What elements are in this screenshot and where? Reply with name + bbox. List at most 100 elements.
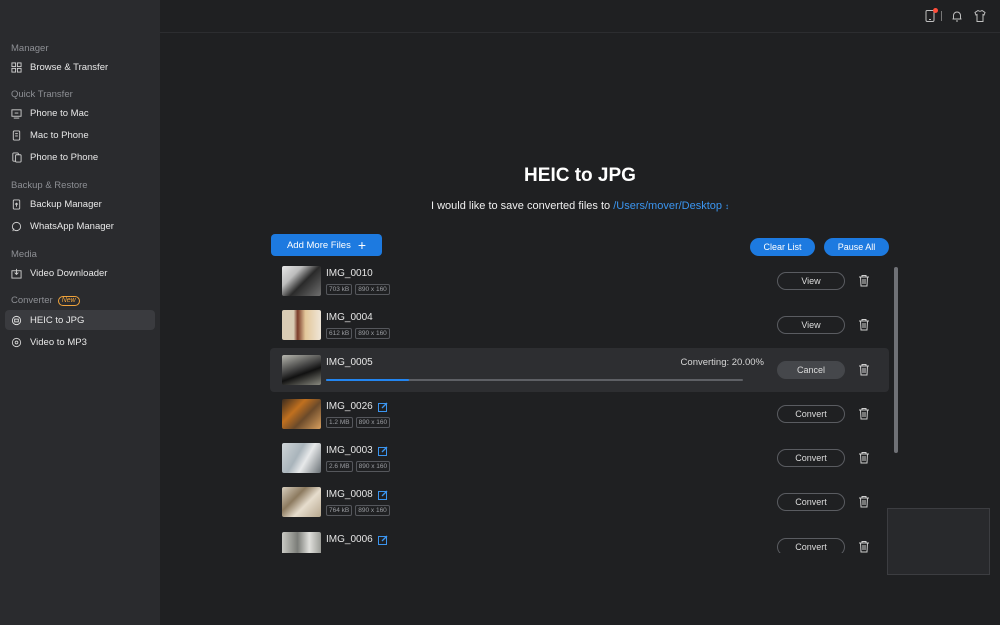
sidebar-item-label: Phone to Phone (30, 151, 99, 163)
conversion-status: Converting: 20.00% (680, 357, 764, 368)
trash-icon[interactable] (858, 495, 870, 508)
list-item: IMG_0008 764 kB 890 x 160 Convert (270, 483, 889, 527)
edit-icon[interactable] (377, 535, 388, 545)
file-name: IMG_0003 (326, 445, 388, 456)
file-dimensions-tag: 890 x 160 (355, 505, 390, 516)
thumbnail-image (282, 355, 321, 385)
file-size-tag: 612 kB (326, 328, 353, 339)
top-bar (160, 0, 1000, 33)
progress-fill (326, 379, 410, 381)
trash-icon[interactable] (858, 274, 870, 287)
edit-icon[interactable] (377, 402, 388, 412)
add-more-files-button[interactable]: Add More Files + (271, 234, 382, 256)
file-list: IMG_0010 703 kB 890 x 160 View IMG_0004 6… (270, 262, 890, 553)
section-title-quick-transfer: Quick Transfer (11, 89, 73, 100)
view-button[interactable]: View (777, 272, 845, 290)
sidebar: Manager Browse & Transfer Quick Transfer… (0, 0, 160, 625)
backup-icon (10, 198, 22, 210)
divider (941, 11, 942, 21)
file-dimensions-tag: 890 x 160 (355, 328, 390, 339)
file-name: IMG_0026 (326, 401, 388, 412)
file-size-tag: 703 kB (326, 284, 353, 295)
plus-icon: + (357, 237, 367, 253)
view-button[interactable]: View (777, 316, 845, 334)
convert-button[interactable]: Convert (777, 449, 845, 467)
thumbnail-image (282, 532, 321, 553)
whatsapp-icon (10, 220, 22, 232)
trash-icon[interactable] (858, 363, 870, 376)
section-title-media: Media (11, 249, 37, 260)
sidebar-item-phone-to-mac[interactable]: Phone to Mac (5, 103, 155, 123)
list-item: IMG_0003 2.6 MB 890 x 160 Convert (270, 439, 889, 483)
thumbnail-image (282, 443, 321, 473)
sidebar-item-video-downloader[interactable]: Video Downloader (5, 263, 155, 283)
page-title: HEIC to JPG (524, 165, 636, 186)
pause-all-button[interactable]: Pause All (824, 238, 889, 256)
file-name: IMG_0004 (326, 312, 373, 323)
list-item: IMG_0004 612 kB 890 x 160 View (270, 306, 889, 350)
phone-to-mac-icon (10, 107, 22, 119)
file-name: IMG_0008 (326, 489, 388, 500)
convert-image-icon (10, 314, 22, 326)
convert-button[interactable]: Convert (777, 405, 845, 423)
save-location-line: I would like to save converted files to … (160, 200, 1000, 212)
convert-audio-icon (10, 336, 22, 348)
download-icon (10, 267, 22, 279)
shirt-icon[interactable] (973, 9, 987, 23)
sidebar-item-label: HEIC to JPG (30, 314, 85, 326)
file-name: IMG_0006 (326, 534, 388, 545)
save-location-label: I would like to save converted files to (430, 200, 611, 212)
edit-icon[interactable] (377, 490, 388, 500)
file-dimensions-tag: 890 x 160 (355, 284, 390, 295)
new-badge: New (57, 296, 80, 306)
list-item: IMG_0026 1.2 MB 890 x 160 Convert (270, 395, 889, 439)
convert-button[interactable]: Convert (777, 538, 845, 553)
phone-to-phone-icon (10, 151, 22, 163)
thumbnail-image (282, 487, 321, 517)
list-item-converting: IMG_0005 Converting: 20.00% Cancel (270, 348, 889, 392)
add-more-files-label: Add More Files (286, 239, 351, 251)
chevron-up-down-icon[interactable]: ↕ (725, 202, 729, 211)
sidebar-item-label: Video Downloader (30, 267, 108, 279)
file-name: IMG_0010 (326, 268, 373, 279)
convert-button[interactable]: Convert (777, 493, 845, 511)
sidebar-item-video-to-mp3[interactable]: Video to MP3 (5, 332, 155, 352)
thumbnail-image (282, 399, 321, 429)
sidebar-item-label: Phone to Mac (30, 107, 89, 119)
sidebar-item-heic-to-jpg[interactable]: HEIC to JPG (5, 310, 155, 330)
progress-bar (326, 379, 743, 381)
save-path-link[interactable]: /Users/mover/Desktop (613, 200, 722, 212)
sidebar-item-whatsapp-manager[interactable]: WhatsApp Manager (5, 216, 155, 236)
sidebar-item-mac-to-phone[interactable]: Mac to Phone (5, 125, 155, 145)
file-size-tag: 764 kB (326, 505, 353, 516)
section-title-backup-restore: Backup & Restore (11, 180, 88, 191)
thumbnail-image (282, 310, 321, 340)
trash-icon[interactable] (858, 451, 870, 464)
trash-icon[interactable] (858, 540, 870, 553)
cancel-button[interactable]: Cancel (777, 361, 845, 379)
section-title-converter: Converter New (11, 295, 80, 306)
section-title-manager: Manager (11, 43, 49, 54)
edit-icon[interactable] (377, 446, 388, 456)
file-size-tag: 2.6 MB (326, 461, 353, 472)
trash-icon[interactable] (858, 318, 870, 331)
file-dimensions-tag: 890 x 160 (355, 417, 391, 428)
sidebar-item-label: Backup Manager (30, 198, 102, 210)
list-scrollbar[interactable] (894, 267, 898, 453)
file-name: IMG_0005 (326, 357, 373, 368)
sidebar-item-label: Browse & Transfer (30, 61, 109, 73)
window-preview-thumbnail (887, 508, 990, 575)
sidebar-item-label: Mac to Phone (30, 129, 89, 141)
sidebar-item-label: Video to MP3 (30, 336, 87, 348)
mac-to-phone-icon (10, 129, 22, 141)
sidebar-item-backup-manager[interactable]: Backup Manager (5, 194, 155, 214)
thumbnail-image (282, 266, 321, 296)
sidebar-item-browse-transfer[interactable]: Browse & Transfer (5, 57, 155, 77)
grid-icon (10, 61, 22, 73)
app-window: Manager Browse & Transfer Quick Transfer… (0, 0, 1000, 625)
sidebar-item-phone-to-phone[interactable]: Phone to Phone (5, 147, 155, 167)
bell-icon[interactable] (950, 9, 964, 23)
clear-list-button[interactable]: Clear List (750, 238, 815, 256)
file-size-tag: 1.2 MB (326, 417, 353, 428)
trash-icon[interactable] (858, 407, 870, 420)
